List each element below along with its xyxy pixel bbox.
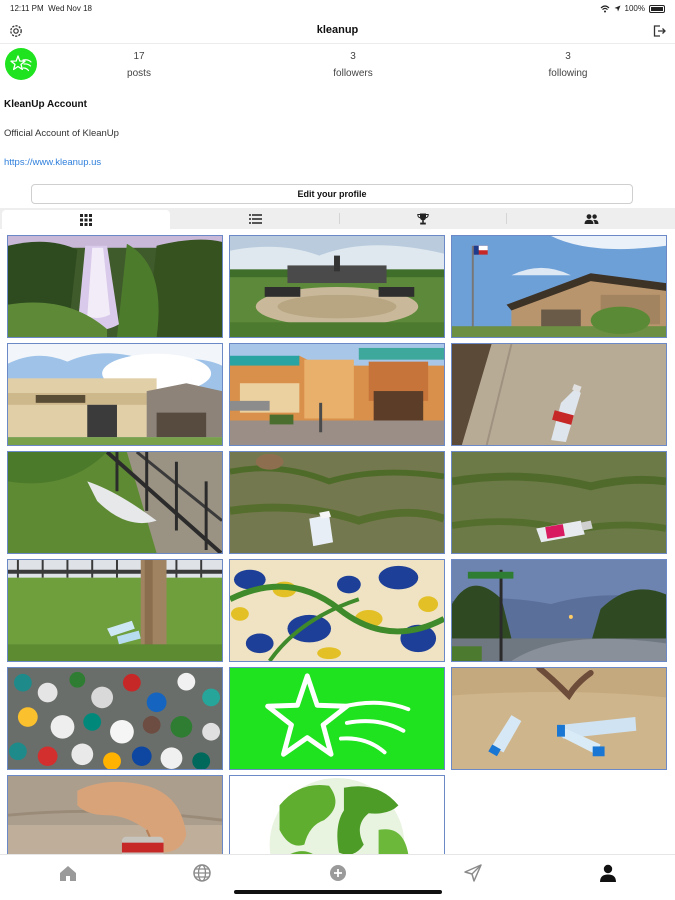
trophy-icon <box>417 213 430 224</box>
top-nav-bar: kleanup <box>0 18 675 44</box>
grid-icon <box>79 213 92 226</box>
post-thumbnail-outlet-shopping-center[interactable] <box>229 343 445 446</box>
add-post-icon[interactable] <box>328 863 348 883</box>
followers-label: followers <box>333 68 373 79</box>
post-thumbnail-memorial-plaza[interactable] <box>229 235 445 338</box>
profile-bio: Official Account of KleanUp <box>4 128 119 139</box>
tab-achievements[interactable] <box>340 208 508 229</box>
status-bar: 12:11 PM Wed Nov 18 100% <box>0 0 675 18</box>
post-thumbnail-hand-picking-can[interactable] <box>7 775 223 854</box>
followers-stat[interactable]: 3 followers <box>303 51 403 80</box>
edit-profile-button[interactable]: Edit your profile <box>31 184 633 204</box>
location-icon <box>614 5 621 12</box>
post-thumbnail-plastic-bottle-on-curb[interactable] <box>451 343 667 446</box>
kleanup-star-logo-icon <box>10 55 32 72</box>
following-stat[interactable]: 3 following <box>518 51 618 80</box>
tab-people[interactable] <box>507 208 675 229</box>
home-indicator[interactable] <box>234 890 442 894</box>
post-thumbnail-pile-of-plastic-caps[interactable] <box>7 667 223 770</box>
post-thumbnail-bottles-on-sand[interactable] <box>451 667 667 770</box>
wifi-icon <box>600 4 609 12</box>
profile-tab-bar <box>0 208 675 229</box>
post-thumbnail-evening-street[interactable] <box>451 559 667 662</box>
page-title: kleanup <box>316 24 359 36</box>
post-thumbnail-litter-by-fence[interactable] <box>7 451 223 554</box>
post-thumbnail-school-building-with-flag[interactable] <box>451 235 667 338</box>
post-thumbnail-bottle-in-grass[interactable] <box>451 451 667 554</box>
status-time: 12:11 PM Wed Nov 18 <box>10 4 92 13</box>
post-thumbnail-bottles-under-tree[interactable] <box>7 559 223 662</box>
profile-icon[interactable] <box>598 863 618 883</box>
tab-list[interactable] <box>172 208 340 229</box>
post-thumbnail-patterned-fabric[interactable] <box>229 559 445 662</box>
post-thumbnail-can-in-grass[interactable] <box>229 451 445 554</box>
following-label: following <box>548 68 588 79</box>
profile-name: KleanUp Account <box>4 99 87 110</box>
post-thumbnail-kleanup-logo[interactable] <box>229 667 445 770</box>
globe-icon[interactable] <box>192 863 212 883</box>
people-icon <box>584 213 599 224</box>
posts-grid <box>7 235 669 854</box>
posts-label: posts <box>127 68 151 79</box>
profile-website-link[interactable]: https://www.kleanup.us <box>4 157 101 168</box>
logout-icon[interactable] <box>651 23 667 39</box>
posts-stat[interactable]: 17 posts <box>89 51 189 80</box>
status-indicators: 100% <box>600 4 665 13</box>
post-thumbnail-waterfall[interactable] <box>7 235 223 338</box>
posts-count: 17 <box>133 51 145 62</box>
list-icon <box>249 213 263 224</box>
following-count: 3 <box>565 51 571 62</box>
battery-icon <box>649 4 665 13</box>
post-thumbnail-cottonwood-creek-school[interactable] <box>7 343 223 446</box>
send-icon[interactable] <box>463 863 483 883</box>
avatar[interactable] <box>5 48 37 80</box>
tab-grid[interactable] <box>2 210 170 229</box>
home-icon[interactable] <box>58 863 78 883</box>
battery-percent: 100% <box>624 4 645 13</box>
post-thumbnail-green-globe[interactable] <box>229 775 445 854</box>
followers-count: 3 <box>350 51 356 62</box>
